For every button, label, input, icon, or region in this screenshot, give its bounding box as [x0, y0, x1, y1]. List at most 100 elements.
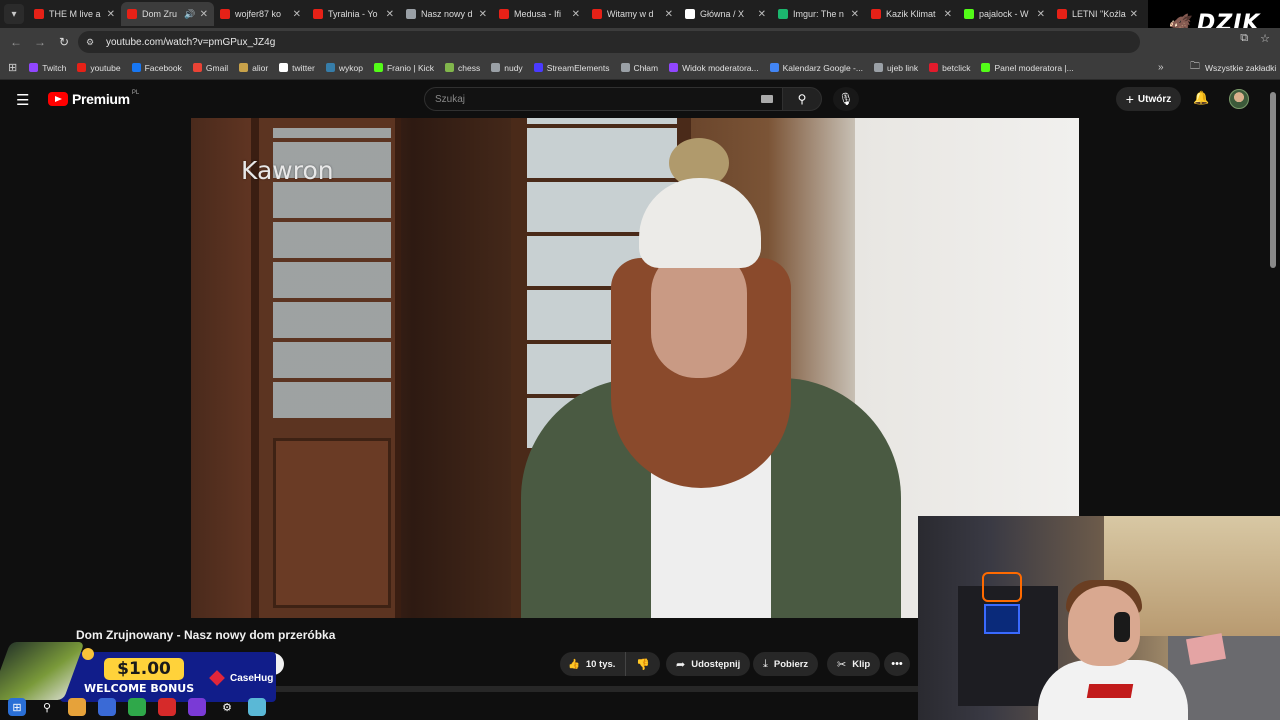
bookmark-item[interactable]: ujeb link [873, 63, 918, 73]
tab-close-icon[interactable]: ✕ [758, 9, 766, 20]
app3-taskbar-icon[interactable] [188, 698, 206, 716]
bookmark-favicon-icon [769, 63, 779, 72]
bookmark-item[interactable]: wykop [325, 63, 363, 73]
more-horizontal-icon[interactable]: ••• [884, 652, 910, 676]
bell-icon[interactable]: 🔔 [1193, 90, 1209, 106]
tab-search-icon[interactable]: ▾ [4, 4, 24, 24]
tab-title: wojfer87 ko [235, 9, 282, 19]
bookmark-label: youtube [90, 62, 121, 73]
search-input[interactable]: Szukaj [424, 87, 784, 111]
browser-tab[interactable]: wojfer87 ko ✕ [214, 2, 307, 26]
tab-close-icon[interactable]: ✕ [1037, 9, 1045, 20]
tab-title: THE M live a [49, 9, 101, 19]
youtube-logo[interactable]: Premium PL [48, 90, 139, 107]
bookmark-favicon-icon [873, 63, 883, 72]
bookmark-favicon-icon [669, 63, 679, 72]
tab-favicon-icon [313, 9, 323, 19]
chrome-taskbar-icon[interactable] [128, 698, 146, 716]
bookmark-item[interactable]: Panel moderatora |... [981, 63, 1074, 73]
dislike-button[interactable]: 👎 [626, 652, 660, 676]
plus-icon: + [1125, 91, 1134, 107]
browser-tab[interactable]: Tyralnia - Yo ✕ [307, 2, 400, 26]
download-button[interactable]: ⤓ Pobierz [753, 652, 819, 676]
bookmark-item[interactable]: Kalendarz Google -... [769, 63, 863, 73]
bookmark-item[interactable]: youtube [77, 62, 121, 73]
bookmark-item[interactable]: Gmail [192, 63, 228, 73]
tab-close-icon[interactable]: ✕ [200, 9, 208, 20]
address-url: youtube.com/watch?v=pmGPux_JZ4g [106, 36, 276, 48]
bookmark-item[interactable]: alior [239, 63, 268, 73]
create-button[interactable]: + Utwórz [1116, 87, 1181, 111]
bookmark-item[interactable]: chess [445, 63, 480, 73]
microphone-icon[interactable]: 🎙 [833, 87, 859, 111]
browser-tab[interactable]: Nasz nowy d ✕ [400, 2, 493, 26]
browser-tab[interactable]: Witamy w d ✕ [586, 2, 679, 26]
bookmark-star-icon[interactable]: ☆ [1260, 32, 1270, 45]
tab-close-icon[interactable]: ✕ [572, 9, 580, 20]
all-bookmarks-button[interactable]: 🗀 Wszystkie zakładki [1190, 59, 1276, 76]
bookmark-item[interactable]: Franio | Kick [373, 63, 434, 73]
browser-tab[interactable]: Główna / X ✕ [679, 2, 772, 26]
bookmark-item[interactable]: Chłam [620, 63, 658, 73]
browser-tab[interactable]: pajalock - W ✕ [958, 2, 1051, 26]
app4-taskbar-icon[interactable] [248, 698, 266, 716]
tab-close-icon[interactable]: ✕ [851, 9, 859, 20]
bookmark-item[interactable]: twitter [279, 63, 315, 73]
apps-grid-icon[interactable]: ⊞ [8, 61, 17, 74]
like-button[interactable]: 👍 10 tys. [560, 652, 627, 676]
share-button[interactable]: ➦ Udostępnij [666, 652, 751, 676]
share-label: Udostępnij [691, 658, 741, 670]
tab-close-icon[interactable]: ✕ [479, 9, 487, 20]
bookmark-label: betclick [942, 62, 971, 73]
hamburger-icon[interactable]: ☰ [16, 91, 29, 109]
bookmark-item[interactable]: Facebook [131, 63, 182, 73]
browser-tab[interactable]: Dom Zru 🔊 ✕ [121, 2, 214, 26]
bookmark-favicon-icon [29, 63, 39, 72]
browser-tab[interactable]: Kazik Klimat ✕ [865, 2, 958, 26]
browser-tab[interactable]: THE M live a ✕ [28, 2, 121, 26]
bookmark-item[interactable]: betclick [929, 63, 970, 73]
bookmark-item[interactable]: Widok moderatora... [669, 63, 759, 73]
bookmark-favicon-icon [373, 63, 383, 72]
bookmark-favicon-icon [981, 63, 991, 72]
bookmark-item[interactable]: StreamElements [533, 63, 610, 73]
clip-button[interactable]: ✂ Klip [827, 652, 881, 676]
page-scrollbar[interactable] [1270, 92, 1276, 268]
search-icon[interactable]: ⚲ [782, 87, 822, 111]
bookmark-favicon-icon [929, 63, 939, 72]
tab-close-icon[interactable]: ✕ [944, 9, 952, 20]
scissors-icon: ✂ [837, 658, 847, 671]
windows-start-icon[interactable]: ⊞ [8, 698, 26, 716]
search-taskbar-icon[interactable]: ⚲ [38, 698, 56, 716]
casehug-logo-icon [209, 670, 225, 686]
tab-close-icon[interactable]: ✕ [1130, 9, 1138, 20]
more-bookmarks-button[interactable]: » [1158, 62, 1164, 73]
app-taskbar-icon[interactable] [98, 698, 116, 716]
browser-tab[interactable]: Imgur: The n ✕ [772, 2, 865, 26]
download-label: Pobierz [773, 658, 809, 670]
tab-title: Witamy w d [607, 9, 654, 19]
back-icon[interactable]: ← [4, 35, 28, 49]
tab-close-icon[interactable]: ✕ [293, 9, 301, 20]
tab-audio-icon[interactable]: 🔊 [184, 9, 195, 20]
reload-icon[interactable]: ↻ [52, 35, 76, 49]
app2-taskbar-icon[interactable] [158, 698, 176, 716]
share-icon: ➦ [676, 658, 686, 671]
forward-icon[interactable]: → [28, 35, 52, 49]
address-bar[interactable]: ⚙ youtube.com/watch?v=pmGPux_JZ4g [78, 31, 1140, 53]
folder-taskbar-icon[interactable] [68, 698, 86, 716]
bookmark-item[interactable]: Twitch [29, 63, 66, 73]
tab-close-icon[interactable]: ✕ [665, 9, 673, 20]
ad-brand-label: CaseHug [230, 672, 274, 684]
install-app-icon[interactable]: ⧉ [1240, 32, 1248, 45]
settings-taskbar-icon[interactable]: ⚙ [218, 698, 236, 716]
browser-tab[interactable]: LETNI "Koźla ✕ [1051, 2, 1144, 26]
tab-close-icon[interactable]: ✕ [386, 9, 394, 20]
keyboard-icon[interactable] [761, 95, 773, 103]
site-settings-icon[interactable]: ⚙ [86, 37, 98, 47]
tab-close-icon[interactable]: ✕ [107, 9, 115, 20]
browser-tab[interactable]: Medusa - Ifi ✕ [493, 2, 586, 26]
avatar[interactable] [1229, 89, 1249, 109]
bookmark-favicon-icon [279, 63, 289, 72]
bookmark-item[interactable]: nudy [491, 63, 523, 73]
